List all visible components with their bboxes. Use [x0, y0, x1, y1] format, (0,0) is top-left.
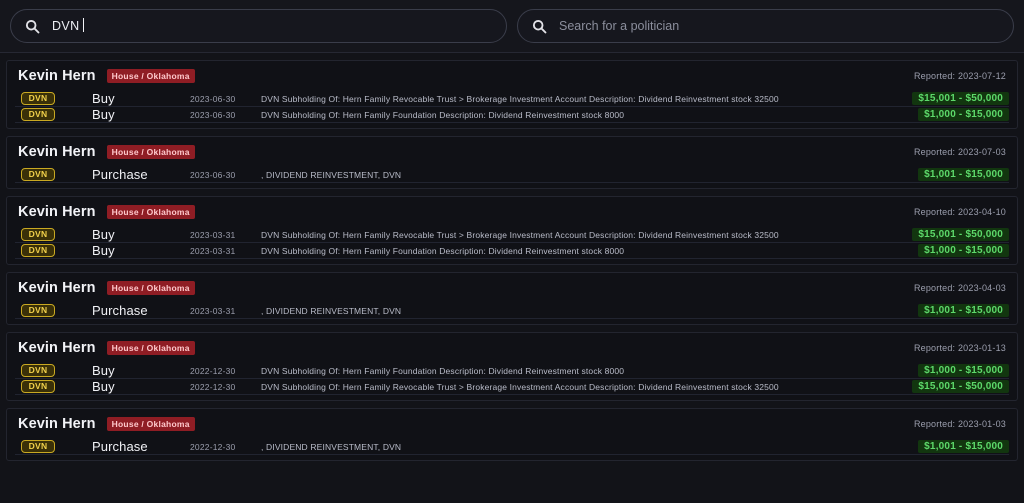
ticker-badge[interactable]: DVN	[21, 440, 55, 453]
transaction-amount: $1,001 - $15,000	[918, 304, 1009, 317]
transaction-amount: $1,001 - $15,000	[918, 440, 1009, 453]
card-header: Kevin Hern House / Oklahoma Reported: 2023…	[15, 68, 1009, 91]
transaction-amount: $1,000 - $15,000	[918, 108, 1009, 121]
chamber-state-badge: House / Oklahoma	[107, 145, 195, 159]
ticker-badge[interactable]: DVN	[21, 380, 55, 393]
transaction-row[interactable]: DVN Buy2023-06-30DVN Subholding Of: Hern …	[15, 91, 1009, 107]
disclosure-card[interactable]: Kevin Hern House / Oklahoma Reported: 2023…	[6, 136, 1018, 189]
transaction-description: , DIVIDEND REINVESTMENT, DVN	[256, 306, 908, 316]
card-header: Kevin Hern House / Oklahoma Reported: 2023…	[15, 204, 1009, 227]
transaction-type: Purchase	[92, 167, 190, 182]
transaction-row[interactable]: DVN Buy2023-03-31DVN Subholding Of: Hern …	[15, 243, 1009, 259]
politician-name[interactable]: Kevin Hern	[18, 280, 96, 296]
card-header: Kevin Hern House / Oklahoma Reported: 2023…	[15, 340, 1009, 363]
transaction-row[interactable]: DVN Purchase2022-12-30, DIVIDEND REINVEST…	[15, 439, 1009, 455]
search-toolbar: DVN Search for a politician	[0, 0, 1024, 53]
ticker-badge[interactable]: DVN	[21, 364, 55, 377]
transaction-type: Buy	[92, 107, 190, 122]
transaction-description: , DIVIDEND REINVESTMENT, DVN	[256, 442, 908, 452]
politician-name[interactable]: Kevin Hern	[18, 416, 96, 432]
transaction-row[interactable]: DVN Purchase2023-03-31, DIVIDEND REINVEST…	[15, 303, 1009, 319]
politician-name[interactable]: Kevin Hern	[18, 204, 96, 220]
transaction-description: DVN Subholding Of: Hern Family Foundatio…	[256, 110, 908, 120]
disclosure-card[interactable]: Kevin Hern House / Oklahoma Reported: 2023…	[6, 272, 1018, 325]
disclosure-card[interactable]: Kevin Hern House / Oklahoma Reported: 2023…	[6, 408, 1018, 461]
transaction-row[interactable]: DVN Buy2022-12-30DVN Subholding Of: Hern …	[15, 379, 1009, 395]
transaction-row[interactable]: DVN Purchase2023-06-30, DIVIDEND REINVEST…	[15, 167, 1009, 183]
transaction-amount: $15,001 - $50,000	[912, 228, 1009, 241]
politician-name[interactable]: Kevin Hern	[18, 68, 96, 84]
transaction-description: DVN Subholding Of: Hern Family Foundatio…	[256, 246, 908, 256]
transaction-type: Buy	[92, 243, 190, 258]
reported-date: Reported: 2023-01-13	[914, 343, 1006, 353]
ticker-badge[interactable]: DVN	[21, 304, 55, 317]
ticker-badge[interactable]: DVN	[21, 92, 55, 105]
transaction-date: 2023-06-30	[190, 110, 256, 120]
politician-name[interactable]: Kevin Hern	[18, 340, 96, 356]
transaction-amount: $1,000 - $15,000	[918, 364, 1009, 377]
ticker-search-input[interactable]: DVN	[10, 9, 507, 43]
reported-date: Reported: 2023-04-03	[914, 283, 1006, 293]
transaction-date: 2023-06-30	[190, 170, 256, 180]
transaction-date: 2022-12-30	[190, 442, 256, 452]
transaction-description: DVN Subholding Of: Hern Family Revocable…	[256, 230, 902, 240]
transaction-date: 2023-06-30	[190, 94, 256, 104]
transaction-type: Purchase	[92, 303, 190, 318]
transaction-description: DVN Subholding Of: Hern Family Revocable…	[256, 94, 902, 104]
chamber-state-badge: House / Oklahoma	[107, 341, 195, 355]
politician-search-input[interactable]: Search for a politician	[517, 9, 1014, 43]
card-header: Kevin Hern House / Oklahoma Reported: 2023…	[15, 416, 1009, 439]
chamber-state-badge: House / Oklahoma	[107, 69, 195, 83]
chamber-state-badge: House / Oklahoma	[107, 205, 195, 219]
ticker-badge[interactable]: DVN	[21, 244, 55, 257]
chamber-state-badge: House / Oklahoma	[107, 417, 195, 431]
transaction-type: Buy	[92, 227, 190, 242]
card-header: Kevin Hern House / Oklahoma Reported: 2023…	[15, 144, 1009, 167]
transaction-row[interactable]: DVN Buy2023-06-30DVN Subholding Of: Hern …	[15, 107, 1009, 123]
transaction-amount: $15,001 - $50,000	[912, 380, 1009, 393]
ticker-badge[interactable]: DVN	[21, 168, 55, 181]
chamber-state-badge: House / Oklahoma	[107, 281, 195, 295]
transaction-type: Purchase	[92, 439, 190, 454]
transaction-row[interactable]: DVN Buy2023-03-31DVN Subholding Of: Hern …	[15, 227, 1009, 243]
reported-date: Reported: 2023-01-03	[914, 419, 1006, 429]
transaction-date: 2023-03-31	[190, 230, 256, 240]
ticker-search-value: DVN	[52, 19, 80, 33]
politician-search-placeholder: Search for a politician	[559, 19, 679, 33]
transaction-type: Buy	[92, 91, 190, 106]
disclosure-card[interactable]: Kevin Hern House / Oklahoma Reported: 2023…	[6, 196, 1018, 265]
transaction-type: Buy	[92, 363, 190, 378]
reported-date: Reported: 2023-04-10	[914, 207, 1006, 217]
transaction-amount: $1,000 - $15,000	[918, 244, 1009, 257]
transaction-description: DVN Subholding Of: Hern Family Revocable…	[256, 382, 902, 392]
transaction-row[interactable]: DVN Buy2022-12-30DVN Subholding Of: Hern …	[15, 363, 1009, 379]
politician-name[interactable]: Kevin Hern	[18, 144, 96, 160]
search-icon	[532, 19, 547, 34]
disclosure-feed: Kevin Hern House / Oklahoma Reported: 2023…	[0, 53, 1024, 461]
disclosure-card[interactable]: Kevin Hern House / Oklahoma Reported: 2023…	[6, 60, 1018, 129]
card-header: Kevin Hern House / Oklahoma Reported: 2023…	[15, 280, 1009, 303]
reported-date: Reported: 2023-07-12	[914, 71, 1006, 81]
transaction-description: , DIVIDEND REINVESTMENT, DVN	[256, 170, 908, 180]
transaction-date: 2023-03-31	[190, 306, 256, 316]
transaction-amount: $15,001 - $50,000	[912, 92, 1009, 105]
transaction-date: 2022-12-30	[190, 382, 256, 392]
search-icon	[25, 19, 40, 34]
ticker-badge[interactable]: DVN	[21, 108, 55, 121]
transaction-date: 2023-03-31	[190, 246, 256, 256]
reported-date: Reported: 2023-07-03	[914, 147, 1006, 157]
disclosure-card[interactable]: Kevin Hern House / Oklahoma Reported: 2023…	[6, 332, 1018, 401]
transaction-description: DVN Subholding Of: Hern Family Foundatio…	[256, 366, 908, 376]
ticker-badge[interactable]: DVN	[21, 228, 55, 241]
transaction-amount: $1,001 - $15,000	[918, 168, 1009, 181]
transaction-date: 2022-12-30	[190, 366, 256, 376]
transaction-type: Buy	[92, 379, 190, 394]
